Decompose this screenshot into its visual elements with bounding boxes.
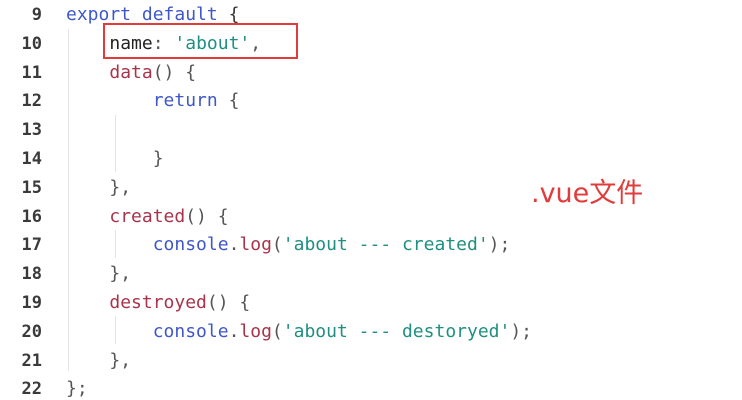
code-editor[interactable]: .vue文件 9 export default {10 name: 'about'… (0, 0, 742, 400)
line-number: 20 (21, 321, 42, 342)
code-line[interactable]: 17 console.log('about --- created'); (0, 231, 742, 260)
code-line[interactable]: 18 }, (0, 260, 742, 289)
code-text: }, (66, 260, 131, 289)
code-token: destroyed (109, 292, 207, 313)
code-line[interactable]: 15 }, (0, 174, 742, 203)
code-line[interactable]: 21 }, (0, 347, 742, 376)
code-token: }, (109, 263, 132, 285)
code-token: : (152, 32, 175, 54)
code-token: { (217, 90, 240, 112)
line-number: 13 (21, 120, 42, 141)
code-token: }; (66, 378, 88, 400)
code-token: log (239, 234, 272, 256)
line-number: 10 (21, 33, 42, 54)
code-token: console (152, 320, 229, 342)
line-number: 22 (21, 379, 42, 400)
code-text: console.log('about --- destoryed'); (66, 318, 532, 347)
code-text: }, (66, 347, 131, 376)
code-token: 'about --- created' (282, 234, 489, 256)
code-line[interactable]: 20 console.log('about --- destoryed'); (0, 318, 742, 347)
code-token: } (152, 148, 164, 169)
code-token: ( (271, 234, 283, 256)
code-text: created() { (66, 203, 229, 232)
code-token: }, (109, 176, 132, 198)
code-token: export (66, 4, 132, 25)
code-text: }; (66, 375, 88, 400)
line-number: 16 (21, 206, 42, 227)
code-text: }, (66, 174, 131, 203)
code-token: default (141, 4, 218, 25)
line-number: 14 (21, 149, 42, 169)
code-token: return (152, 90, 218, 112)
code-line[interactable]: 19 destroyed() { (0, 289, 742, 318)
code-line[interactable]: 14 } (0, 145, 742, 174)
code-token: name (109, 32, 153, 54)
code-token: created (109, 205, 186, 227)
line-number: 17 (21, 235, 42, 256)
code-text: } (66, 145, 164, 174)
line-number: 9 (31, 5, 42, 25)
code-token: ); (510, 320, 533, 342)
code-token: 'about --- destoryed' (282, 320, 511, 342)
code-token: data (109, 61, 153, 83)
code-token: () { (185, 205, 229, 227)
line-number: 18 (21, 264, 42, 285)
code-token: }, (109, 349, 132, 371)
line-number: 11 (21, 62, 42, 83)
code-text: data() { (66, 59, 196, 88)
code-token: . (228, 320, 240, 342)
code-line[interactable]: 22}; (0, 375, 742, 400)
line-number: 12 (21, 91, 42, 112)
code-text: destroyed() { (66, 289, 250, 318)
code-line[interactable]: 12 return { (0, 87, 742, 116)
code-line[interactable]: 10 name: 'about', (0, 30, 742, 59)
code-token: . (228, 234, 240, 256)
code-token: () { (152, 61, 197, 83)
code-token: console (152, 234, 229, 256)
code-text: name: 'about', (66, 30, 261, 59)
code-token: 'about' (174, 32, 251, 54)
code-text: return { (66, 87, 240, 116)
line-number: 21 (21, 350, 42, 371)
code-token: () { (206, 292, 251, 313)
code-token: ); (488, 234, 511, 256)
code-line[interactable]: 9 export default { (0, 1, 742, 30)
code-token: ( (271, 320, 283, 342)
code-line[interactable]: 13 (0, 116, 742, 145)
code-token: { (217, 4, 240, 25)
code-line[interactable]: 11 data() { (0, 59, 742, 88)
code-text: export default { (66, 1, 239, 30)
code-text: console.log('about --- created'); (66, 231, 511, 260)
code-token: log (239, 320, 272, 342)
code-line[interactable]: 16 created() { (0, 203, 742, 232)
line-number: 15 (21, 177, 42, 198)
code-token: , (250, 32, 262, 54)
line-number: 19 (21, 293, 42, 313)
